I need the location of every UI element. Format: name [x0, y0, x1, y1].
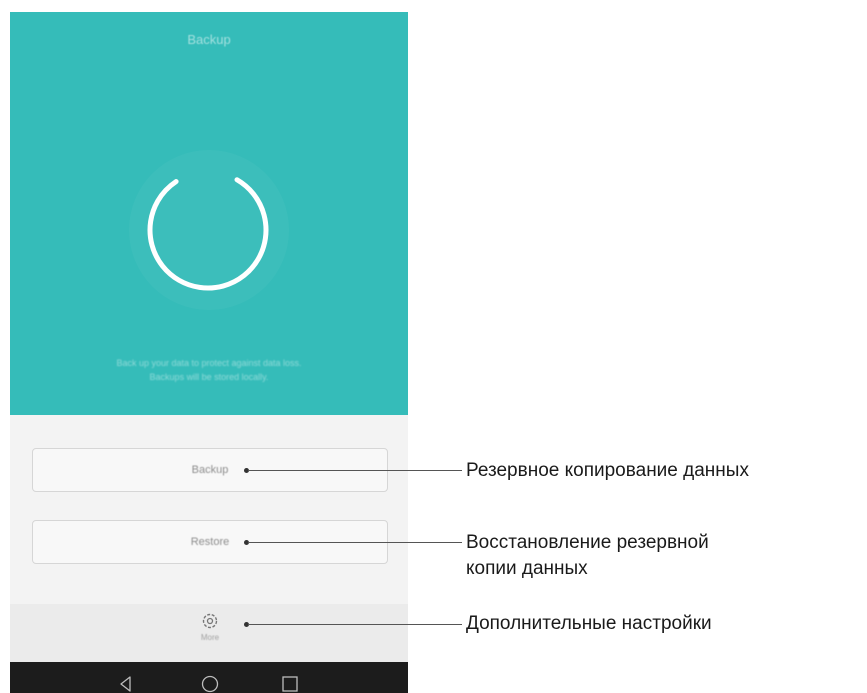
callout-line-more	[248, 624, 462, 625]
more-button-label: More	[200, 633, 220, 642]
more-button[interactable]: More	[190, 611, 230, 657]
description-line-1: Back up your data to protect against dat…	[116, 358, 302, 368]
page-title: Backup	[187, 32, 231, 47]
callout-restore-line-1: Восстановление резервной	[466, 532, 709, 553]
callout-restore-line-2: копии данных	[466, 558, 588, 579]
loading-ring-icon	[147, 169, 269, 291]
navigation-bar	[10, 662, 408, 693]
callout-more: Дополнительные настройки	[466, 613, 712, 634]
callout-line-backup	[248, 470, 462, 471]
backup-button-label: Backup	[191, 464, 229, 476]
recent-square-icon[interactable]	[278, 672, 302, 693]
callout-restore: Восстановление резервной копии данных	[466, 530, 709, 582]
phone-screen: Backup Back up your data to protect agai…	[10, 12, 408, 693]
callout-line-restore	[248, 542, 462, 543]
description-line-2: Backups will be stored locally.	[149, 372, 269, 382]
hero-panel: Backup Back up your data to protect agai…	[10, 12, 408, 415]
restore-button-label: Restore	[190, 536, 230, 548]
backup-description: Back up your data to protect against dat…	[40, 356, 378, 384]
back-triangle-icon[interactable]	[114, 672, 138, 693]
callout-backup: Резервное копирование данных	[466, 460, 749, 481]
home-circle-icon[interactable]	[198, 672, 222, 693]
gear-icon	[202, 613, 218, 629]
